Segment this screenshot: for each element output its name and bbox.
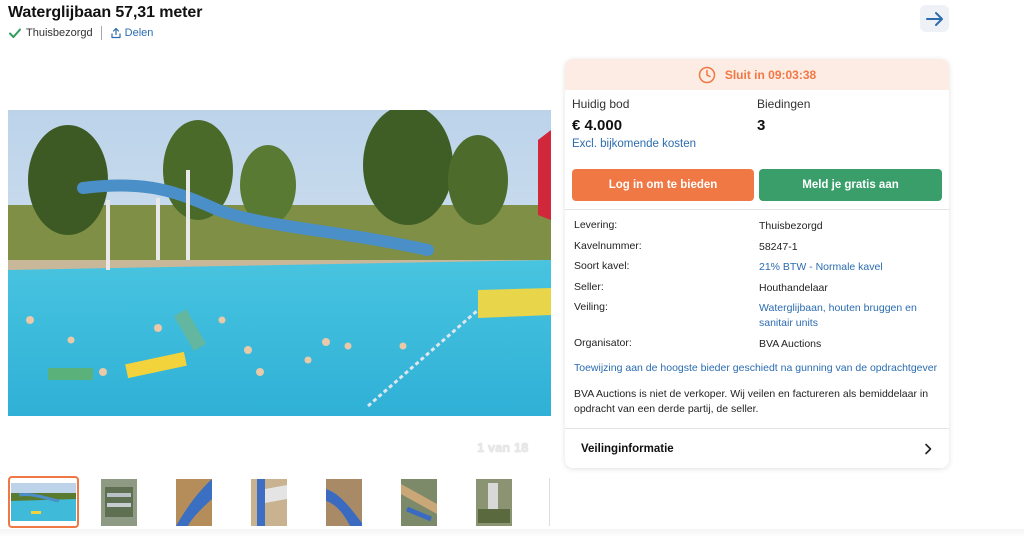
thumbnail-strip (8, 476, 553, 528)
main-photo[interactable] (8, 110, 551, 416)
seller-disclaimer: BVA Auctions is niet de verkoper. Wij ve… (574, 388, 929, 415)
subheader: Thuisbezorgd Delen (8, 26, 153, 40)
thumbnail-divider (549, 478, 550, 526)
thumbnail[interactable] (308, 476, 379, 528)
detail-key: Veiling: (574, 301, 608, 313)
detail-value: 58247-1 (759, 241, 798, 253)
detail-value: Houthandelaar (759, 282, 828, 294)
page-bottom-fade (0, 529, 1024, 537)
auction-info-label: Veilinginformatie (581, 442, 674, 455)
auction-link[interactable]: Waterglijbaan, houten bruggen en sanitai… (759, 301, 934, 331)
register-button[interactable]: Meld je gratis aan (759, 169, 942, 201)
next-lot-button[interactable] (920, 5, 949, 32)
image-counter: 1 van 18 (477, 440, 529, 455)
checkmark-icon (8, 26, 22, 40)
extra-costs-link[interactable]: Excl. bijkomende kosten (572, 138, 696, 150)
detail-key: Soort kavel: (574, 260, 630, 272)
detail-key: Organisator: (574, 337, 632, 349)
bids-label: Biedingen (757, 97, 811, 111)
detail-key: Seller: (574, 281, 604, 293)
closing-timer: Sluit in 09:03:38 (565, 59, 949, 90)
page-title: Waterglijbaan 57,31 meter (8, 4, 203, 21)
current-bid-value: € 4.000 (572, 117, 623, 134)
bids-count: 3 (757, 117, 766, 134)
lot-type-link[interactable]: 21% BTW - Normale kavel (759, 260, 934, 275)
auction-info-row[interactable]: Veilinginformatie (565, 429, 949, 468)
timer-text: Sluit in 09:03:38 (724, 67, 817, 82)
bid-card: Sluit in 09:03:38 Huidig bod € 4.000 Bie… (565, 59, 949, 468)
current-bid-label: Huidig bod (572, 97, 630, 111)
share-icon (110, 27, 122, 39)
login-to-bid-button[interactable]: Log in om te bieden (572, 169, 754, 201)
arrow-right-icon (925, 11, 945, 27)
thumbnail[interactable] (458, 476, 529, 528)
share-link[interactable]: Delen (110, 27, 154, 39)
detail-key: Kavelnummer: (574, 240, 642, 252)
thumbnail[interactable] (383, 476, 454, 528)
detail-key: Levering: (574, 219, 618, 231)
clock-icon (698, 66, 716, 84)
thumbnail[interactable] (233, 476, 304, 528)
thumbnail[interactable] (83, 476, 154, 528)
thumbnail[interactable] (8, 476, 79, 528)
award-notice-link[interactable]: Toewijzing aan de hoogste bieder geschie… (574, 362, 937, 374)
detail-value: Thuisbezorgd (759, 220, 823, 232)
detail-value: BVA Auctions (759, 338, 822, 350)
delivery-badge: Thuisbezorgd (26, 27, 93, 39)
divider (565, 209, 949, 210)
thumbnail[interactable] (158, 476, 229, 528)
chevron-right-icon (923, 443, 933, 455)
share-label: Delen (124, 27, 154, 39)
divider (100, 26, 102, 40)
